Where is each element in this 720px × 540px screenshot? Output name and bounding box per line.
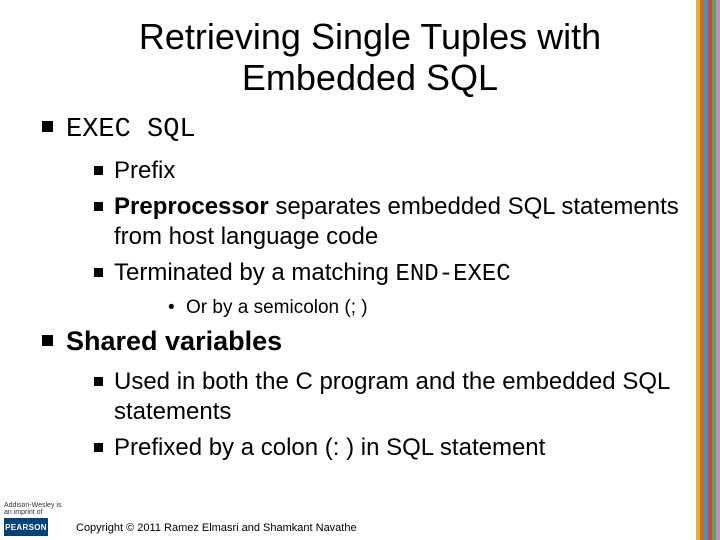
copyright-footer: Copyright © 2011 Ramez Elmasri and Shamk… [76, 522, 357, 534]
bold-text: Preprocessor [114, 193, 269, 220]
list-item: Prefix [66, 156, 684, 186]
list-item: Terminated by a matching END-EXEC Or by … [66, 258, 684, 320]
publisher-logo: Addison-Wesley is an imprint of PEARSON [4, 502, 68, 536]
code-text: END-EXEC [395, 261, 510, 288]
decorative-color-bar [696, 0, 720, 540]
list-item: Prefixed by a colon (: ) in SQL statemen… [66, 433, 684, 463]
code-text: EXEC SQL [66, 115, 196, 145]
slide: Retrieving Single Tuples with Embedded S… [0, 0, 720, 540]
bold-text: Shared variables [66, 326, 282, 356]
logo-imprint-text: Addison-Wesley is an imprint of [4, 502, 68, 516]
slide-title: Retrieving Single Tuples with Embedded S… [0, 0, 720, 107]
stripe [716, 0, 720, 540]
text: Terminated by a matching [114, 259, 395, 286]
list-item: Or by a semicolon (; ) [114, 296, 684, 320]
slide-content: EXEC SQL Prefix Preprocessor separates e… [0, 107, 720, 463]
logo-brand: PEARSON [4, 518, 48, 536]
bullet-shared-vars: Shared variables Used in both the C prog… [38, 325, 684, 463]
list-item: Used in both the C program and the embed… [66, 367, 684, 427]
list-item: Preprocessor separates embedded SQL stat… [66, 192, 684, 252]
bullet-exec-sql: EXEC SQL Prefix Preprocessor separates e… [38, 111, 684, 320]
